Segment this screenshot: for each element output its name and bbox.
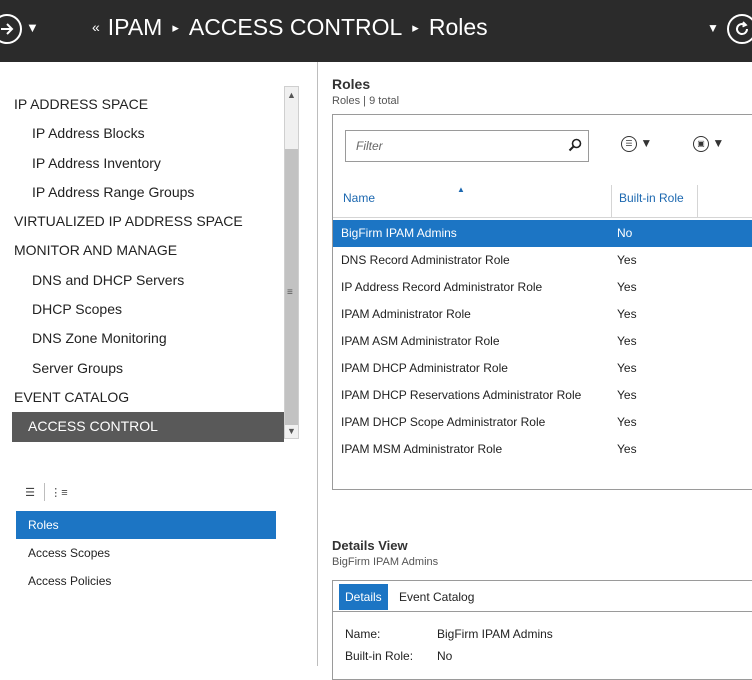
breadcrumb-ipam[interactable]: IPAM bbox=[108, 14, 163, 40]
role-name: IP Address Record Administrator Role bbox=[341, 280, 543, 294]
built-in-value: Yes bbox=[617, 388, 637, 402]
built-in-value: Yes bbox=[617, 361, 637, 375]
view-options-button[interactable]: ☰ ▼ bbox=[621, 136, 652, 152]
nav-item-server-groups[interactable]: Server Groups bbox=[14, 354, 284, 383]
list-item-roles[interactable]: Roles bbox=[16, 511, 276, 539]
role-name: IPAM DHCP Scope Administrator Role bbox=[341, 415, 546, 429]
breadcrumb-roles[interactable]: Roles bbox=[429, 14, 488, 40]
column-divider[interactable] bbox=[611, 185, 612, 217]
nav-item-access-control[interactable]: ACCESS CONTROL bbox=[12, 412, 284, 442]
built-in-value: Yes bbox=[617, 334, 637, 348]
built-in-value: Yes bbox=[617, 442, 637, 456]
built-in-value: Yes bbox=[617, 253, 637, 267]
table-row[interactable]: IPAM DHCP Scope Administrator Role Yes bbox=[333, 409, 752, 436]
grid-header: ▲ Name Built-in Role bbox=[333, 185, 752, 218]
save-icon: ▣ bbox=[693, 136, 709, 152]
table-row[interactable]: IP Address Record Administrator Role Yes bbox=[333, 274, 752, 301]
breadcrumb: « IPAM ▸ ACCESS CONTROL ▸ Roles bbox=[92, 14, 488, 41]
sort-ascending-icon: ▲ bbox=[457, 185, 465, 194]
nav-item-ip-address-blocks[interactable]: IP Address Blocks bbox=[14, 119, 284, 148]
name-label: Name: bbox=[345, 627, 381, 641]
scroll-down-icon[interactable]: ▼ bbox=[285, 424, 298, 438]
table-row[interactable]: BigFirm IPAM Admins No bbox=[333, 220, 752, 247]
column-header-name[interactable]: Name bbox=[343, 191, 375, 205]
nav-item-event-catalog[interactable]: EVENT CATALOG bbox=[14, 383, 284, 412]
built-in-value: Yes bbox=[617, 307, 637, 321]
role-name: IPAM DHCP Reservations Administrator Rol… bbox=[341, 388, 582, 402]
tab-event-catalog[interactable]: Event Catalog bbox=[399, 584, 474, 610]
table-row[interactable]: IPAM ASM Administrator Role Yes bbox=[333, 328, 752, 355]
filter-input[interactable] bbox=[354, 138, 558, 154]
grid-rows: BigFirm IPAM Admins No DNS Record Adminis… bbox=[333, 220, 752, 463]
table-row[interactable]: IPAM DHCP Administrator Role Yes bbox=[333, 355, 752, 382]
list-item-access-policies[interactable]: Access Policies bbox=[16, 567, 276, 595]
roles-title: Roles bbox=[332, 76, 371, 92]
details-view-subtitle: BigFirm IPAM Admins bbox=[332, 556, 439, 568]
nav-item-virtualized-ip-address-space[interactable]: VIRTUALIZED IP ADDRESS SPACE bbox=[14, 207, 284, 236]
divider bbox=[44, 483, 45, 501]
details-view-title: Details View bbox=[332, 538, 408, 553]
grip-icon: ≡ bbox=[287, 287, 293, 298]
nav-item-dhcp-scopes[interactable]: DHCP Scopes bbox=[14, 295, 284, 324]
nav-history-dropdown-icon[interactable]: ▼ bbox=[26, 20, 39, 35]
refresh-icon bbox=[736, 21, 749, 35]
arrow-right-icon bbox=[1, 23, 14, 35]
chevron-down-icon: ▼ bbox=[640, 136, 653, 151]
double-chevron-left-icon[interactable]: « bbox=[92, 19, 100, 35]
title-bar: ▼ « IPAM ▸ ACCESS CONTROL ▸ Roles ▼ bbox=[0, 0, 752, 62]
filter-box[interactable] bbox=[345, 130, 589, 162]
built-in-value: No bbox=[617, 226, 633, 240]
built-in-value: Yes bbox=[617, 280, 637, 294]
scroll-thumb[interactable]: ≡ bbox=[285, 149, 298, 425]
search-icon[interactable] bbox=[568, 138, 582, 152]
chevron-right-icon[interactable]: ▸ bbox=[412, 20, 419, 35]
breadcrumb-access-control[interactable]: ACCESS CONTROL bbox=[189, 14, 402, 40]
built-in-role-value: No bbox=[437, 649, 453, 663]
nav-item-ip-address-inventory[interactable]: IP Address Inventory bbox=[14, 149, 284, 178]
table-row[interactable]: DNS Record Administrator Role Yes bbox=[333, 247, 752, 274]
back-button[interactable] bbox=[0, 14, 22, 44]
chevron-right-icon[interactable]: ▸ bbox=[172, 20, 179, 35]
role-name: DNS Record Administrator Role bbox=[341, 253, 510, 267]
roles-grid: ☰ ▼ ▣ ▼ ▲ Name Built-in Role BigFirm IPA… bbox=[332, 114, 752, 490]
dropdown-icon[interactable]: ▼ bbox=[707, 21, 719, 35]
nav-item-dns-and-dhcp-servers[interactable]: DNS and DHCP Servers bbox=[14, 266, 284, 295]
column-header-built-in-role[interactable]: Built-in Role bbox=[619, 191, 684, 205]
refresh-button[interactable] bbox=[727, 14, 752, 44]
list-view-icon[interactable]: ☰ bbox=[18, 484, 42, 502]
details-panel: Details Event Catalog Name: BigFirm IPAM… bbox=[332, 580, 752, 680]
chevron-down-icon: ▼ bbox=[712, 136, 725, 151]
list-item-access-scopes[interactable]: Access Scopes bbox=[16, 539, 276, 567]
details-tabs: Details Event Catalog bbox=[333, 581, 752, 612]
scroll-up-icon[interactable]: ▲ bbox=[285, 87, 298, 103]
table-row[interactable]: IPAM MSM Administrator Role Yes bbox=[333, 436, 752, 463]
nav-item-ip-address-range-groups[interactable]: IP Address Range Groups bbox=[14, 178, 284, 207]
nav-item-dns-zone-monitoring[interactable]: DNS Zone Monitoring bbox=[14, 324, 284, 353]
list-options-icon: ☰ bbox=[621, 136, 637, 152]
role-name: IPAM MSM Administrator Role bbox=[341, 442, 503, 456]
table-row[interactable]: IPAM DHCP Reservations Administrator Rol… bbox=[333, 382, 752, 409]
tree-view-icon[interactable]: ⋮≡ bbox=[47, 484, 71, 502]
tab-details[interactable]: Details bbox=[339, 584, 388, 610]
roles-count: Roles | 9 total bbox=[332, 95, 400, 107]
name-value: BigFirm IPAM Admins bbox=[437, 627, 553, 641]
table-row[interactable]: IPAM Administrator Role Yes bbox=[333, 301, 752, 328]
save-query-button[interactable]: ▣ ▼ bbox=[693, 136, 724, 152]
view-toggle: ☰ ⋮≡ bbox=[18, 483, 71, 502]
role-name: BigFirm IPAM Admins bbox=[341, 226, 457, 240]
navigation-tree: IP ADDRESS SPACE IP Address Blocks IP Ad… bbox=[12, 90, 284, 442]
nav-item-ip-address-space[interactable]: IP ADDRESS SPACE bbox=[14, 90, 284, 119]
nav-scrollbar[interactable]: ▲ ≡ ▼ bbox=[284, 86, 299, 439]
built-in-value: Yes bbox=[617, 415, 637, 429]
column-divider[interactable] bbox=[697, 185, 698, 217]
role-name: IPAM DHCP Administrator Role bbox=[341, 361, 508, 375]
built-in-role-label: Built-in Role: bbox=[345, 649, 414, 663]
role-name: IPAM ASM Administrator Role bbox=[341, 334, 500, 348]
access-control-list: Roles Access Scopes Access Policies bbox=[16, 511, 276, 595]
role-name: IPAM Administrator Role bbox=[341, 307, 471, 321]
nav-item-monitor-and-manage[interactable]: MONITOR AND MANAGE bbox=[14, 236, 284, 265]
